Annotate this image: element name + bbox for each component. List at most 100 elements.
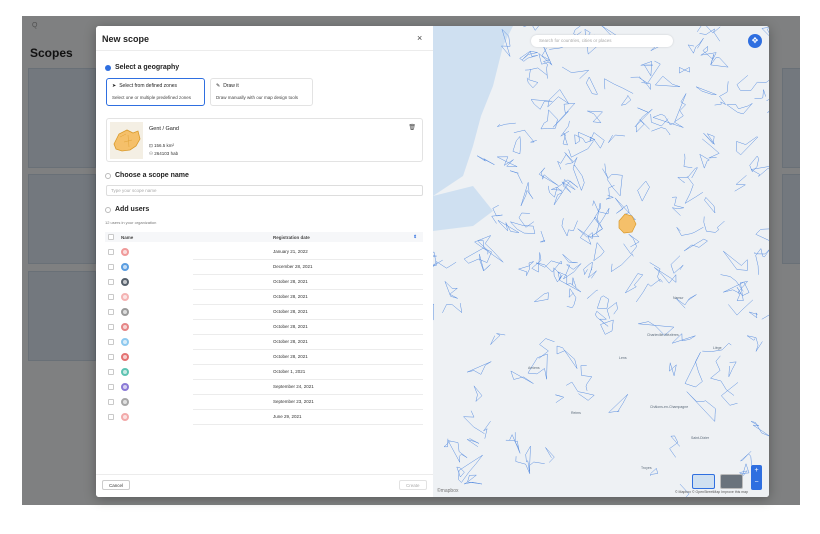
scope-name-input[interactable]: Type your scope name [106, 185, 423, 196]
map-layer-streets[interactable] [692, 474, 715, 489]
map-label: Reims [571, 411, 581, 415]
users-table-header: Name Registration date ⇕ [105, 232, 423, 242]
avatar-initial-icon [123, 340, 127, 344]
table-row[interactable]: September 24, 2021 [105, 380, 423, 395]
zoom-out-icon[interactable]: − [751, 477, 762, 489]
avatar [121, 413, 129, 421]
row-checkbox[interactable] [108, 264, 114, 270]
avatar [121, 308, 129, 316]
registration-date: October 1, 2021 [273, 369, 306, 374]
avatar-initial-icon [123, 325, 127, 329]
table-row[interactable]: October 28, 2021 [105, 290, 423, 305]
registration-date: October 28, 2021 [273, 279, 308, 284]
divider [96, 474, 433, 475]
option-defined-zones[interactable]: ➤ Select from defined zones Select one or… [106, 78, 205, 106]
locate-icon[interactable]: ✥ [748, 34, 762, 48]
users-count-note: 12 users in your organization [105, 220, 157, 225]
modal-form-panel: New scope × Select a geography ➤ Select f… [96, 26, 433, 497]
avatar [121, 368, 129, 376]
row-checkbox[interactable] [108, 414, 114, 420]
row-checkbox[interactable] [108, 339, 114, 345]
registration-date: December 28, 2021 [273, 264, 313, 269]
avatar [121, 383, 129, 391]
table-row[interactable]: October 1, 2021 [105, 365, 423, 380]
avatar-initial-icon [123, 415, 127, 419]
registration-date: June 29, 2021 [273, 414, 302, 419]
create-button[interactable]: Create [399, 480, 427, 490]
map-attribution[interactable]: © Mapbox © OpenStreetMap Improve this ma… [675, 490, 748, 494]
row-checkbox[interactable] [108, 294, 114, 300]
zone-name: Gent / Gand [149, 126, 179, 132]
scope-name-section-heading: Choose a scope name [105, 172, 189, 179]
mapbox-logo: ©mapbox [437, 488, 459, 494]
new-scope-modal: New scope × Select a geography ➤ Select f… [96, 26, 769, 497]
close-icon[interactable]: × [417, 33, 422, 43]
geography-section-heading: Select a geography [105, 64, 179, 71]
row-checkbox[interactable] [108, 309, 114, 315]
avatar-initial-icon [123, 385, 127, 389]
row-checkbox[interactable] [108, 354, 114, 360]
divider [96, 50, 433, 51]
zoom-in-icon[interactable]: + [751, 465, 762, 477]
table-row[interactable]: January 21, 2022 [105, 245, 423, 260]
map-label: Saint-Dizier [691, 436, 710, 440]
registration-date: September 23, 2021 [273, 399, 314, 404]
map-label: Châlons-en-Champagne [650, 405, 689, 409]
registration-date: October 28, 2021 [273, 354, 308, 359]
map-panel[interactable]: Search for countries, cities or places ✥… [433, 26, 769, 497]
table-row[interactable]: October 28, 2021 [105, 305, 423, 320]
avatar [121, 293, 129, 301]
modal-title: New scope [102, 34, 150, 44]
trash-icon[interactable]: 🗑 [408, 124, 416, 131]
row-checkbox[interactable] [108, 369, 114, 375]
map-search-input[interactable]: Search for countries, cities or places [531, 35, 673, 47]
row-checkbox[interactable] [108, 384, 114, 390]
registration-date: September 24, 2021 [273, 384, 314, 389]
registration-date: October 28, 2021 [273, 324, 308, 329]
avatar [121, 338, 129, 346]
row-checkbox[interactable] [108, 324, 114, 330]
registration-date: January 21, 2022 [273, 249, 308, 254]
table-row[interactable]: October 28, 2021 [105, 350, 423, 365]
avatar [121, 263, 129, 271]
avatar [121, 278, 129, 286]
avatar-initial-icon [123, 355, 127, 359]
map-canvas[interactable] [433, 26, 769, 497]
avatar-initial-icon [123, 265, 127, 269]
avatar-initial-icon [123, 370, 127, 374]
column-name: Name [121, 235, 134, 240]
avatar-initial-icon [123, 400, 127, 404]
table-row[interactable]: September 23, 2021 [105, 395, 423, 410]
map-label: Charleville-Mézières [647, 333, 679, 337]
registration-date: October 28, 2021 [273, 339, 308, 344]
avatar-initial-icon [123, 310, 127, 314]
users-section-heading: Add users [105, 206, 149, 213]
cursor-icon: ➤ [112, 83, 117, 89]
row-checkbox[interactable] [108, 399, 114, 405]
avatar-initial-icon [123, 250, 127, 254]
selected-zone-card: Gent / Gand ⊡ 156.5 km² ⚇ 264103 hab 🗑 [106, 118, 423, 162]
row-checkbox[interactable] [108, 279, 114, 285]
table-row[interactable]: October 28, 2021 [105, 320, 423, 335]
avatar [121, 353, 129, 361]
avatar [121, 398, 129, 406]
option-draw-it[interactable]: ✎ Draw it Draw manually with our map desi… [210, 78, 313, 106]
table-row[interactable]: December 28, 2021 [105, 260, 423, 275]
cancel-button[interactable]: Cancel [102, 480, 131, 490]
table-row[interactable]: June 29, 2021 [105, 410, 423, 425]
row-divider [193, 424, 423, 425]
pencil-icon: ✎ [216, 83, 221, 89]
table-row[interactable]: October 28, 2021 [105, 335, 423, 350]
map-label: Amiens [528, 366, 540, 370]
map-label: Namur [673, 296, 684, 300]
step-active-icon [105, 64, 111, 71]
sort-icon[interactable]: ⇕ [413, 234, 417, 240]
column-registration-date[interactable]: Registration date [273, 235, 310, 240]
select-all-checkbox[interactable] [108, 234, 114, 240]
registration-date: October 28, 2021 [273, 309, 308, 314]
map-layer-satellite[interactable] [720, 474, 743, 489]
table-row[interactable]: October 28, 2021 [105, 275, 423, 290]
row-checkbox[interactable] [108, 249, 114, 255]
registration-date: October 28, 2021 [273, 294, 308, 299]
step-inactive-icon [105, 206, 111, 213]
